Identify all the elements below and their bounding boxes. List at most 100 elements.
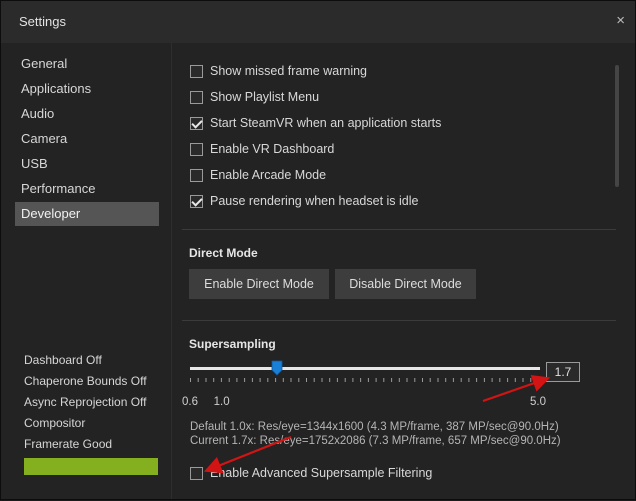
slider-tick xyxy=(538,378,539,382)
slider-tick xyxy=(367,378,369,382)
slider-tick xyxy=(452,378,454,382)
sidebar-item-applications[interactable]: Applications xyxy=(15,77,159,101)
close-icon[interactable]: × xyxy=(616,12,625,29)
sidebar-item-usb[interactable]: USB xyxy=(15,152,159,176)
checkbox[interactable] xyxy=(190,90,203,104)
supersampling-value-field[interactable]: 1.7 xyxy=(546,362,580,382)
settings-window: Settings × General Applications Audio Ca… xyxy=(0,0,636,500)
slider-tick xyxy=(391,378,393,382)
tick-label-1x: 1.0 xyxy=(213,396,230,408)
direct-mode-title: Direct Mode xyxy=(189,246,258,260)
option-label: Start SteamVR when an application starts xyxy=(210,116,442,130)
slider-tick xyxy=(220,378,222,382)
option-show-playlist-menu[interactable]: Show Playlist Menu xyxy=(190,88,319,106)
slider-tick xyxy=(306,378,307,382)
slider-thumb xyxy=(271,360,283,376)
slider-tick xyxy=(491,378,493,382)
slider-tick xyxy=(236,378,238,382)
option-label: Show Playlist Menu xyxy=(210,90,320,104)
slider-tick xyxy=(298,378,300,382)
supersampling-title: Supersampling xyxy=(189,337,276,351)
slider-tick xyxy=(205,378,207,382)
sidebar-item-performance[interactable]: Performance xyxy=(15,177,159,201)
sidebar-item-general[interactable]: General xyxy=(15,52,159,76)
slider-tick xyxy=(213,378,215,382)
section-divider xyxy=(182,320,616,321)
checkbox[interactable] xyxy=(190,466,203,480)
slider-tick xyxy=(336,378,338,382)
option-label: Show missed frame warning xyxy=(210,64,368,78)
window-title: Settings xyxy=(19,14,66,29)
slider-tick xyxy=(398,378,400,382)
slider-tick xyxy=(468,378,470,382)
slider-tick xyxy=(422,378,423,382)
sidebar-item-camera[interactable]: Camera xyxy=(15,127,159,151)
supersampling-slider[interactable] xyxy=(188,353,548,387)
slider-tick xyxy=(429,378,431,382)
slider-tick xyxy=(197,378,199,382)
slider-tick xyxy=(476,378,478,382)
slider-tick xyxy=(282,378,284,382)
tick-label-max: 5.0 xyxy=(530,396,546,408)
slider-tick xyxy=(383,378,385,382)
sidebar-item-audio[interactable]: Audio xyxy=(15,102,159,126)
option-enable-arcade-mode[interactable]: Enable Arcade Mode xyxy=(190,166,326,184)
slider-tick xyxy=(344,378,346,382)
option-label: Enable Arcade Mode xyxy=(210,168,327,182)
slider-tick xyxy=(437,378,439,382)
slider-tick xyxy=(414,378,416,382)
slider-tick xyxy=(375,378,377,382)
slider-tick xyxy=(514,378,516,382)
option-pause-rendering-when-idle[interactable]: Pause rendering when headset is idle xyxy=(190,192,418,210)
developer-panel: Show missed frame warning Show Playlist … xyxy=(171,43,635,499)
sidebar-item-developer[interactable]: Developer xyxy=(15,202,159,226)
framerate-status-bar xyxy=(24,458,158,475)
status-chaperone-bounds: Chaperone Bounds Off xyxy=(24,374,147,388)
slider-tick xyxy=(406,378,408,382)
slider-tick xyxy=(360,378,362,382)
slider-tick xyxy=(321,378,323,382)
current-resolution-info: Current 1.7x: Res/eye=1752x2086 (7.3 MP/… xyxy=(190,435,561,447)
scrollbar-thumb[interactable] xyxy=(615,65,619,187)
slider-tick xyxy=(290,378,292,382)
checkbox[interactable] xyxy=(190,194,203,208)
section-divider xyxy=(182,229,616,230)
option-enable-vr-dashboard[interactable]: Enable VR Dashboard xyxy=(190,140,334,158)
slider-tick xyxy=(228,378,230,382)
checkbox[interactable] xyxy=(190,142,203,156)
slider-tick xyxy=(460,378,462,382)
slider-tick xyxy=(499,378,501,382)
slider-tick xyxy=(530,378,532,382)
checkbox[interactable] xyxy=(190,64,203,78)
slider-tick xyxy=(259,378,261,382)
slider-tick xyxy=(329,378,331,382)
default-resolution-info: Default 1.0x: Res/eye=1344x1600 (4.3 MP/… xyxy=(190,421,559,433)
slider-tick xyxy=(483,378,485,382)
checkbox[interactable] xyxy=(190,116,203,130)
slider-track xyxy=(190,367,540,370)
checkbox[interactable] xyxy=(190,168,203,182)
slider-tick xyxy=(313,378,315,382)
slider-tick xyxy=(522,378,524,382)
status-dashboard: Dashboard Off xyxy=(24,353,102,367)
option-label: Pause rendering when headset is idle xyxy=(210,194,419,208)
slider-tick xyxy=(190,378,191,382)
tick-label-min: 0.6 xyxy=(182,396,198,408)
title-bar: Settings × xyxy=(1,1,635,43)
slider-tick xyxy=(507,378,509,382)
slider-tick xyxy=(267,378,269,382)
enable-direct-mode-button[interactable]: Enable Direct Mode xyxy=(189,269,329,299)
slider-tick xyxy=(275,378,277,382)
status-compositor: Compositor xyxy=(24,416,86,430)
slider-ticks xyxy=(190,378,539,382)
sidebar: General Applications Audio Camera USB Pe… xyxy=(1,43,169,499)
option-advanced-supersample-filtering[interactable]: Enable Advanced Supersample Filtering xyxy=(190,464,432,482)
disable-direct-mode-button[interactable]: Disable Direct Mode xyxy=(335,269,476,299)
option-label: Enable Advanced Supersample Filtering xyxy=(210,466,433,480)
option-show-missed-frame-warning[interactable]: Show missed frame warning xyxy=(190,62,367,80)
status-async-reprojection: Async Reprojection Off xyxy=(24,395,147,409)
slider-tick xyxy=(445,378,447,382)
slider-tick xyxy=(244,378,246,382)
status-framerate: Framerate Good xyxy=(24,437,113,451)
option-start-steamvr-on-app-start[interactable]: Start SteamVR when an application starts xyxy=(190,114,441,132)
